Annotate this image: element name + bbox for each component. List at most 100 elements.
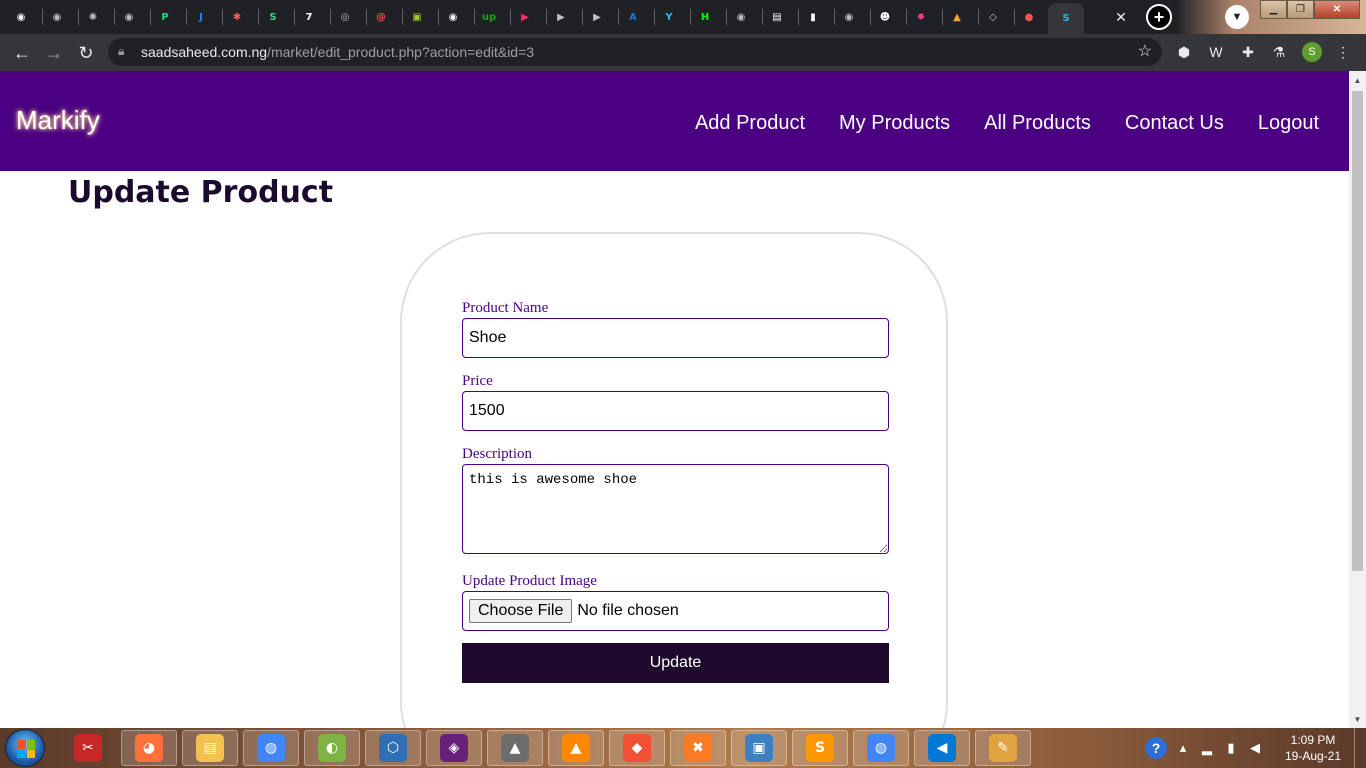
taskbar-app-button[interactable]: ✎ <box>975 730 1031 766</box>
nav-logout[interactable]: Logout <box>1258 112 1319 135</box>
help-icon[interactable]: ? <box>1145 737 1167 759</box>
scrollbar-thumb[interactable] <box>1352 91 1363 571</box>
taskbar-app-button[interactable]: ◆ <box>609 730 665 766</box>
browser-tab[interactable]: ▶ <box>544 3 578 31</box>
browser-tab[interactable]: ✸ <box>904 3 938 31</box>
new-tab-button[interactable]: + <box>1146 4 1172 30</box>
taskbar-app-button[interactable]: ▣ <box>731 730 787 766</box>
scroll-up-icon[interactable]: ▲ <box>1349 73 1366 87</box>
start-button[interactable] <box>5 729 45 767</box>
browser-tab[interactable]: P <box>148 3 182 31</box>
nav-add-product[interactable]: Add Product <box>695 112 805 135</box>
browser-tab[interactable]: ▤ <box>760 3 794 31</box>
taskbar-app-button[interactable]: ◀ <box>914 730 970 766</box>
vlc-icon: ▲ <box>562 734 590 762</box>
scroll-down-icon[interactable]: ▼ <box>1349 712 1366 726</box>
browser-tab[interactable]: ▲ <box>940 3 974 31</box>
yammer-icon: Y <box>665 11 673 23</box>
network-signal-icon[interactable]: ▂ <box>1199 740 1215 756</box>
taskbar-app-button[interactable]: ◍ <box>853 730 909 766</box>
browser-tab[interactable]: ◉ <box>724 3 758 31</box>
taskbar-app-button[interactable]: ◕ <box>121 730 177 766</box>
bookmark-star-icon[interactable]: ☆ <box>1138 41 1152 61</box>
firefox-icon: ◕ <box>135 734 163 762</box>
battery-icon[interactable]: ▮ <box>1223 740 1239 756</box>
browser-tab[interactable]: ✱ <box>220 3 254 31</box>
show-hidden-icons-icon[interactable]: ▴ <box>1175 740 1191 756</box>
puzzle-extensions-icon[interactable]: ✚ <box>1239 43 1257 61</box>
inkscape-icon: ▲ <box>501 734 529 762</box>
browser-tab[interactable]: ▶ <box>580 3 614 31</box>
globe-icon: ◉ <box>448 11 458 23</box>
browser-tab[interactable]: ◉ <box>436 3 470 31</box>
chrome-icon: ◍ <box>867 734 895 762</box>
volume-icon[interactable]: ◀ <box>1247 740 1263 756</box>
browser-tab[interactable]: S <box>1048 3 1084 34</box>
browser-tab[interactable]: ◉ <box>40 3 74 31</box>
browser-tab[interactable]: up <box>472 3 506 31</box>
taskbar-app-button[interactable]: S <box>792 730 848 766</box>
reload-button[interactable]: ↻ <box>74 41 98 65</box>
profile-avatar[interactable]: S <box>1302 42 1322 62</box>
pwa-icon: ▲ <box>953 11 961 23</box>
taskbar-app-button[interactable]: ◍ <box>243 730 299 766</box>
system-clock[interactable]: 1:09 PM 19-Aug-21 <box>1276 732 1350 764</box>
maximize-button[interactable]: ❐ <box>1287 0 1314 19</box>
nav-my-products[interactable]: My Products <box>839 112 950 135</box>
taskbar-app-button[interactable]: ✖ <box>670 730 726 766</box>
flask-labs-icon[interactable]: ⚗ <box>1270 43 1288 61</box>
browser-tab[interactable]: ◉ <box>832 3 866 31</box>
taskbar-app-button[interactable]: ◐ <box>304 730 360 766</box>
taskbar-app-button[interactable]: ▲ <box>487 730 543 766</box>
browser-tab[interactable]: @ <box>364 3 398 31</box>
browser-tab[interactable]: ◉ <box>112 3 146 31</box>
nav-contact-us[interactable]: Contact Us <box>1125 112 1224 135</box>
minimize-button[interactable]: ▁ <box>1260 0 1287 19</box>
openai-icon: ✺ <box>88 11 98 23</box>
cube-extension-icon[interactable]: ⬢ <box>1175 43 1193 61</box>
browser-tab[interactable]: ◎ <box>328 3 362 31</box>
taskbar-app-button[interactable]: ✂ <box>60 730 116 766</box>
browser-tab[interactable]: S <box>256 3 290 31</box>
taskbar-app-button[interactable]: ◈ <box>426 730 482 766</box>
price-input[interactable] <box>462 391 889 431</box>
close-tab-icon[interactable]: ✕ <box>1110 6 1132 28</box>
address-bar[interactable]: 🔒︎ saadsaheed.com.ng/market/edit_product… <box>108 38 1162 66</box>
browser-tab[interactable]: Y <box>652 3 686 31</box>
firework-icon: ✸ <box>916 11 926 23</box>
kebab-menu-icon[interactable]: ⋮ <box>1334 43 1352 61</box>
page-scrollbar[interactable]: ▲ ▼ <box>1349 71 1366 728</box>
browser-tab[interactable]: 7 <box>292 3 326 31</box>
window-controls: ▁ ❐ ✕ <box>1260 0 1360 20</box>
browser-tab[interactable]: ☻ <box>868 3 902 31</box>
browser-tab[interactable]: ▶ <box>508 3 542 31</box>
browser-tab[interactable]: ▮ <box>796 3 830 31</box>
taskbar-app-button[interactable]: ▤ <box>182 730 238 766</box>
tab-search-button[interactable]: ▼ <box>1225 5 1249 29</box>
forward-button[interactable]: → <box>42 41 66 65</box>
brand-logo[interactable]: Markify <box>16 105 100 136</box>
play-icon: ▶ <box>521 11 529 23</box>
browser-tab[interactable]: J <box>184 3 218 31</box>
play-icon: ▶ <box>557 11 565 23</box>
file-input[interactable]: Choose File No file chosen <box>462 591 889 631</box>
close-window-button[interactable]: ✕ <box>1314 0 1360 19</box>
choose-file-button[interactable]: Choose File <box>469 599 573 623</box>
nav-all-products[interactable]: All Products <box>984 112 1091 135</box>
taskbar-app-button[interactable]: ▲ <box>548 730 604 766</box>
update-button[interactable]: Update <box>462 643 889 683</box>
browser-tab[interactable]: A <box>616 3 650 31</box>
taskbar-app-button[interactable]: ⬡ <box>365 730 421 766</box>
browser-tab[interactable]: ● <box>1012 3 1046 31</box>
product-name-input[interactable] <box>462 318 889 358</box>
browser-tab[interactable]: ◇ <box>976 3 1010 31</box>
browser-tab[interactable]: ◉ <box>4 3 38 31</box>
product-image-label: Update Product Image <box>462 573 597 589</box>
browser-tab[interactable]: H <box>688 3 722 31</box>
browser-tab[interactable]: ✺ <box>76 3 110 31</box>
description-textarea[interactable]: this is awesome shoe <box>462 464 889 554</box>
show-desktop-button[interactable] <box>1354 728 1366 768</box>
back-button[interactable]: ← <box>10 41 34 65</box>
w-extension-icon[interactable]: W <box>1207 43 1225 61</box>
browser-tab[interactable]: ▣ <box>400 3 434 31</box>
